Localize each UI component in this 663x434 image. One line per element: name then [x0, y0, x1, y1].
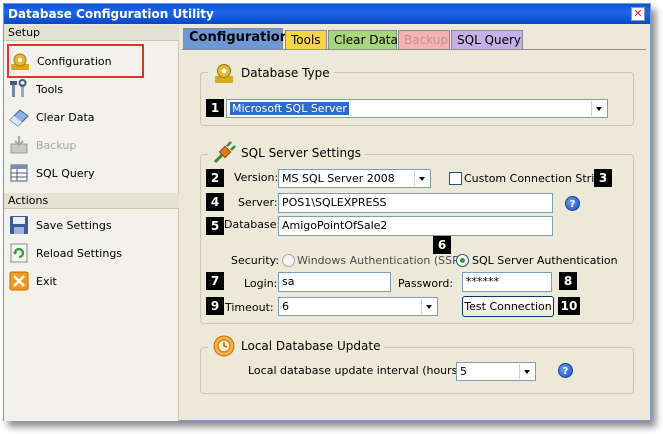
timeout-label: Timeout:: [225, 301, 274, 314]
tab-sql-query[interactable]: SQL Query: [451, 30, 523, 49]
help-icon[interactable]: ?: [565, 196, 580, 211]
version-value: MS SQL Server 2008: [282, 172, 395, 185]
callout-badge-2: 2: [206, 169, 224, 187]
security-label: Security:: [231, 254, 280, 267]
tab-configuration[interactable]: Configuration: [183, 28, 289, 49]
exit-icon: [9, 271, 29, 291]
sql-server-settings-label: SQL Server Settings: [241, 146, 361, 160]
chevron-down-icon: [591, 101, 606, 116]
tab-backup[interactable]: Backup: [398, 30, 450, 49]
database-type-label: Database Type: [241, 66, 330, 80]
callout-badge-6: 6: [433, 236, 451, 254]
local-database-update-label: Local Database Update: [241, 339, 381, 353]
timeout-value: 6: [282, 300, 289, 313]
sidebar-item-exit[interactable]: Exit: [8, 268, 173, 294]
callout-badge-3: 3: [594, 169, 612, 187]
server-input[interactable]: POS1\SQLEXPRESS: [278, 193, 553, 213]
database-input[interactable]: AmigoPointOfSale2: [278, 216, 553, 236]
login-input[interactable]: sa: [278, 272, 391, 292]
windows-auth-radio[interactable]: [282, 254, 295, 267]
sidebar-item-label: Reload Settings: [36, 246, 123, 260]
version-label: Version:: [234, 171, 279, 184]
sidebar-item-configuration[interactable]: Configuration: [7, 44, 144, 78]
callout-badge-7: 7: [206, 272, 224, 290]
sidebar-item-label: Tools: [36, 82, 64, 96]
sidebar-item-label: Clear Data: [36, 110, 95, 124]
window-title: Database Configuration Utility: [8, 7, 214, 21]
server-label: Server:: [238, 196, 278, 209]
callout-badge-5: 5: [206, 217, 224, 235]
callout-badge-9: 9: [206, 297, 224, 315]
database-label: Database:: [224, 218, 281, 231]
actions-header: Actions: [4, 193, 179, 209]
database-type-title: Database Type: [208, 61, 334, 85]
windows-auth-label: Windows Authentication (SSPI): [297, 254, 467, 267]
tab-tools[interactable]: Tools: [285, 30, 327, 49]
sidebar-item-tools[interactable]: Tools: [8, 76, 173, 102]
sql-server-auth-radio[interactable]: [456, 254, 469, 267]
sidebar-item-sql-query[interactable]: SQL Query: [8, 160, 173, 186]
timeout-select[interactable]: 6: [278, 297, 438, 316]
sql-server-auth-label: SQL Server Authentication: [472, 254, 618, 267]
gear-icon: [11, 53, 29, 70]
setup-header: Setup: [4, 25, 179, 41]
local-database-update-title: Local Database Update: [208, 334, 385, 358]
reload-icon: [10, 243, 28, 263]
database-settings-icon: [215, 64, 233, 83]
database-type-select[interactable]: Microsoft SQL Server: [226, 99, 608, 118]
password-label: Password:: [398, 277, 454, 290]
close-button[interactable]: ✕: [631, 7, 645, 21]
sql-server-settings-title: SQL Server Settings: [208, 141, 365, 165]
sql-server-plug-icon: [213, 141, 236, 164]
chevron-down-icon: [421, 299, 436, 314]
callout-badge-10: 10: [558, 297, 580, 315]
refresh-clock-icon: [213, 335, 235, 357]
sidebar: Setup Configuration Tools Clear Data Bac…: [4, 25, 179, 421]
callout-badge-8: 8: [559, 272, 577, 290]
tab-clear-data[interactable]: Clear Data: [328, 30, 398, 49]
chevron-down-icon: [519, 364, 534, 379]
tools-icon: [10, 79, 27, 97]
help-icon[interactable]: ?: [558, 363, 573, 378]
backup-icon: [10, 136, 28, 154]
test-connection-button[interactable]: Test Connection: [462, 296, 554, 317]
chevron-down-icon: [414, 171, 429, 186]
sidebar-item-label: Configuration: [37, 54, 112, 68]
sql-query-icon: [10, 164, 28, 182]
title-bar: Database Configuration Utility ✕: [4, 4, 650, 24]
version-select[interactable]: MS SQL Server 2008: [278, 169, 431, 188]
custom-connection-string-checkbox[interactable]: [449, 172, 462, 185]
sidebar-item-reload-settings[interactable]: Reload Settings: [8, 240, 173, 266]
main-window: Database Configuration Utility ✕ Setup C…: [3, 3, 651, 421]
eraser-icon: [9, 109, 29, 127]
password-input[interactable]: ******: [462, 272, 552, 292]
sidebar-item-label: Exit: [36, 274, 57, 288]
update-interval-select[interactable]: 5: [456, 362, 536, 381]
save-icon: [10, 216, 28, 234]
sidebar-item-clear-data[interactable]: Clear Data: [8, 104, 173, 130]
sidebar-item-label: Save Settings: [36, 218, 112, 232]
configuration-panel: Database Type 1 Microsoft SQL Server SQL…: [182, 49, 646, 417]
sidebar-item-backup[interactable]: Backup: [8, 132, 173, 158]
sidebar-item-label: SQL Query: [36, 166, 95, 180]
sidebar-item-save-settings[interactable]: Save Settings: [8, 212, 173, 238]
update-interval-value: 5: [460, 365, 467, 378]
custom-connection-string-label: Custom Connection String: [464, 172, 609, 185]
update-interval-label: Local database update interval (hours):: [248, 364, 466, 377]
callout-badge-1: 1: [206, 99, 224, 117]
callout-badge-4: 4: [206, 193, 224, 211]
login-label: Login:: [244, 277, 278, 290]
sidebar-item-label: Backup: [36, 138, 77, 152]
database-type-value: Microsoft SQL Server: [230, 102, 349, 115]
